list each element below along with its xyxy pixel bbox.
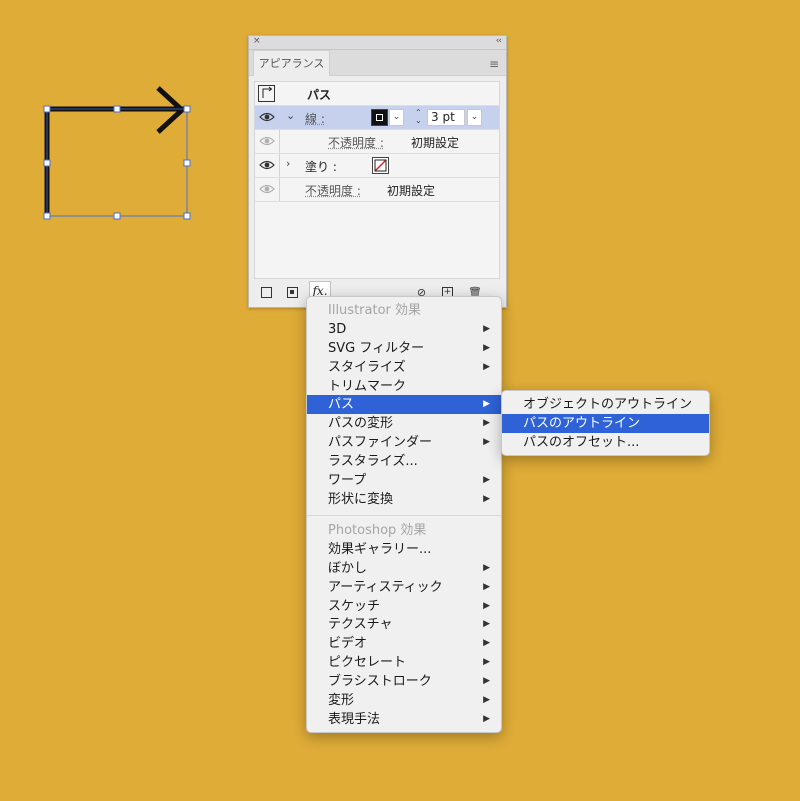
appearance-panel: × ‹‹ アピアランス ≡ パス ⌄ 線 : ⌄ ⌃ ⌄ 3 pt ⌄ 不透明度…: [248, 35, 507, 308]
menu-item-distort[interactable]: 変形 ▶: [307, 691, 501, 710]
fill-row[interactable]: › 塗り :: [255, 154, 499, 178]
handle-middle-left[interactable]: [43, 159, 51, 167]
handle-top-center[interactable]: [113, 105, 121, 113]
handle-middle-right[interactable]: [183, 159, 191, 167]
menu-item-pixelate[interactable]: ピクセレート ▶: [307, 653, 501, 672]
menu-item-texture[interactable]: テクスチャ ▶: [307, 615, 501, 634]
menu-item-effect-gallery[interactable]: 効果ギャラリー...: [307, 540, 501, 559]
opacity-value: 初期設定: [387, 184, 436, 198]
eye-icon[interactable]: [259, 159, 275, 171]
submenu-item-offset-path[interactable]: パスのオフセット...: [502, 433, 709, 452]
handle-top-right[interactable]: [183, 105, 191, 113]
panel-titlebar: × ‹‹: [249, 36, 506, 50]
path-artwork[interactable]: [43, 86, 191, 220]
menu-item-stylize-photoshop[interactable]: 表現手法 ▶: [307, 710, 501, 729]
stroke-color-dropdown[interactable]: ⌄: [389, 109, 404, 126]
menu-item-warp[interactable]: ワープ ▶: [307, 471, 501, 490]
fill-label: 塗り :: [305, 160, 337, 174]
menu-item-brush-strokes[interactable]: ブラシストローク ▶: [307, 672, 501, 691]
handle-top-left[interactable]: [43, 105, 51, 113]
fill-none-swatch[interactable]: [372, 157, 389, 174]
menu-item-artistic[interactable]: アーティスティック ▶: [307, 578, 501, 597]
object-row[interactable]: パス: [255, 82, 499, 106]
stroke-opacity-row[interactable]: 不透明度 : 初期設定: [255, 130, 499, 154]
menu-item-distort-transform[interactable]: パスの変形 ▶: [307, 414, 501, 433]
stroke-weight-stepper[interactable]: ⌃ ⌄: [415, 109, 425, 126]
menu-item-svg-filter[interactable]: SVG フィルター ▶: [307, 339, 501, 358]
opacity-label[interactable]: 不透明度 :: [305, 182, 361, 199]
menu-separator: [307, 515, 501, 516]
menu-item-stylize[interactable]: スタイライズ ▶: [307, 358, 501, 377]
close-icon[interactable]: ×: [253, 36, 261, 46]
menu-item-3d[interactable]: 3D ▶: [307, 320, 501, 339]
menu-item-sketch[interactable]: スケッチ ▶: [307, 597, 501, 616]
handle-bottom-left[interactable]: [43, 212, 51, 220]
appearance-list: パス ⌄ 線 : ⌄ ⌃ ⌄ 3 pt ⌄ 不透明度 : 初期設定 › 塗り:…: [254, 81, 500, 279]
stroke-weight-dropdown[interactable]: ⌄: [467, 109, 482, 126]
add-fill-icon[interactable]: [287, 287, 298, 298]
selection-bounding-box: [46, 108, 188, 217]
arrowhead: [156, 86, 186, 134]
eye-icon[interactable]: [259, 135, 275, 147]
stroke-opacity-label[interactable]: 不透明度 :: [328, 134, 384, 151]
opacity-row[interactable]: 不透明度 : 初期設定: [255, 178, 499, 202]
menu-item-pathfinder[interactable]: パスファインダー ▶: [307, 433, 501, 452]
chevron-right-icon[interactable]: ›: [286, 157, 290, 170]
handle-bottom-right[interactable]: [183, 212, 191, 220]
path-submenu: オブジェクトのアウトライン パスのアウトライン パスのオフセット...: [501, 390, 710, 456]
selected-path[interactable]: [44, 106, 185, 216]
add-stroke-icon[interactable]: [261, 287, 272, 298]
submenu-item-outline-object[interactable]: オブジェクトのアウトライン: [502, 395, 709, 414]
menu-item-convert-to-shape[interactable]: 形状に変換 ▶: [307, 490, 501, 509]
tab-appearance[interactable]: アピアランス: [253, 50, 330, 76]
stroke-opacity-value: 初期設定: [411, 136, 460, 150]
stroke-color-swatch[interactable]: [371, 109, 388, 126]
menu-item-rasterize[interactable]: ラスタライズ...: [307, 452, 501, 471]
submenu-item-outline-stroke[interactable]: パスのアウトライン: [502, 414, 709, 433]
menu-item-trim-marks[interactable]: トリムマーク: [307, 377, 501, 396]
effects-menu: Illustrator 効果 3D ▶ SVG フィルター ▶ スタイライズ ▶ トリ…: [306, 296, 502, 733]
eye-icon[interactable]: [259, 183, 275, 195]
stroke-weight-input[interactable]: 3 pt: [427, 109, 465, 126]
eye-icon[interactable]: [259, 111, 275, 123]
object-title: パス: [307, 88, 332, 102]
collapse-icon[interactable]: ‹‹: [496, 36, 502, 46]
handle-bottom-center[interactable]: [113, 212, 121, 220]
stroke-row[interactable]: ⌄ 線 : ⌄ ⌃ ⌄ 3 pt ⌄: [255, 106, 499, 130]
stroke-label[interactable]: 線 :: [305, 110, 325, 127]
menu-item-video[interactable]: ビデオ ▶: [307, 634, 501, 653]
menu-item-path[interactable]: パス ▶: [307, 395, 501, 414]
panel-menu-icon[interactable]: ≡: [489, 57, 499, 71]
chevron-down-icon[interactable]: ⌄: [286, 109, 295, 122]
menu-header-photoshop: Photoshop 効果: [328, 523, 427, 538]
menu-header-illustrator: Illustrator 効果: [328, 303, 422, 318]
menu-item-blur[interactable]: ぼかし ▶: [307, 559, 501, 578]
panel-tabbar: アピアランス ≡: [249, 50, 506, 76]
object-path-icon: [258, 85, 275, 102]
